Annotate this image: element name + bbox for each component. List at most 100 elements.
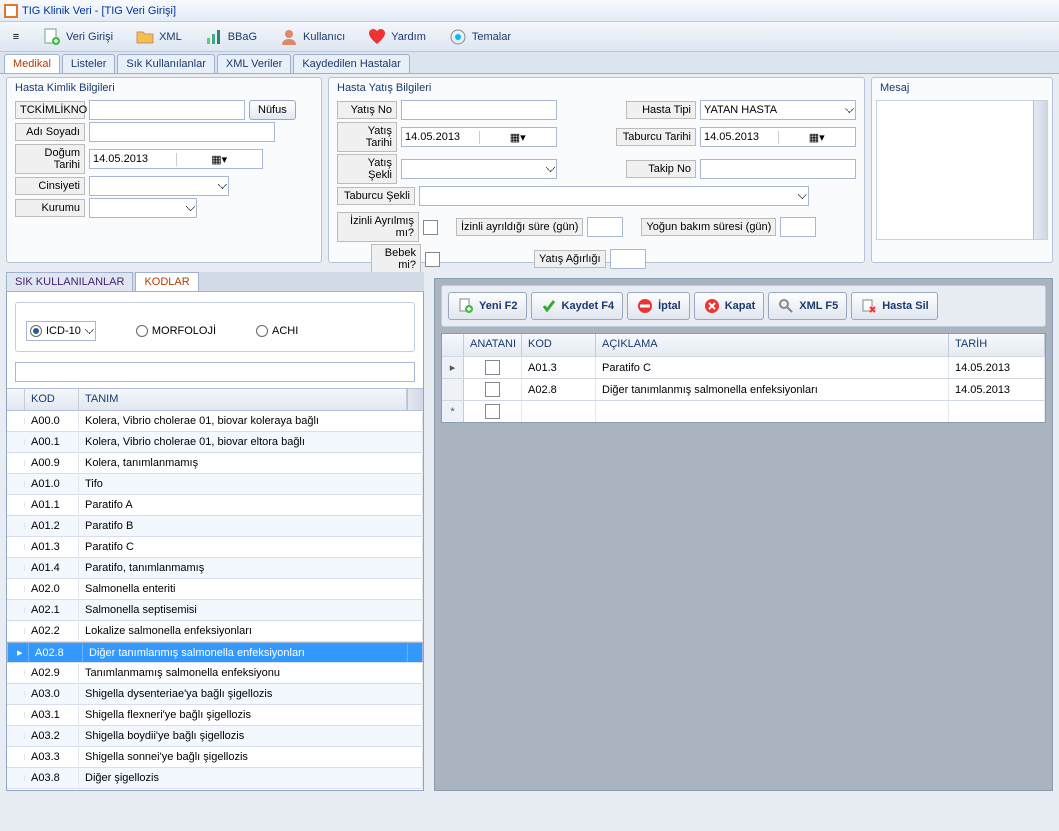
fieldset-legend: Mesaj xyxy=(880,82,909,94)
tab-listeler[interactable]: Listeler xyxy=(62,54,115,73)
col-tanim[interactable]: TANIM xyxy=(79,389,407,410)
scrollbar[interactable] xyxy=(407,389,423,410)
kapat-button[interactable]: Kapat xyxy=(694,292,765,320)
code-row[interactable]: A03.8Diğer şigellozis xyxy=(7,768,423,789)
code-row[interactable]: A03.1Shigella flexneri'ye bağlı şigelloz… xyxy=(7,705,423,726)
izinli-sure-label: İzinli ayrıldığı süre (gün) xyxy=(456,218,583,236)
col-tarih[interactable]: TARİH xyxy=(949,334,1045,356)
tab-kodlar[interactable]: KODLAR xyxy=(135,272,198,291)
code-row[interactable]: A00.9Kolera, tanımlanmamış xyxy=(7,453,423,474)
menu-yardim[interactable]: Yardım xyxy=(361,25,432,49)
tab-sik-kullanilanlar-lower[interactable]: SIK KULLANILANLAR xyxy=(6,272,133,291)
yatis-no-input[interactable] xyxy=(401,100,557,120)
code-row[interactable]: A00.1Kolera, Vibrio cholerae 01, biovar … xyxy=(7,432,423,453)
cinsiyet-label: Cinsiyeti xyxy=(15,177,85,195)
selected-row[interactable]: A02.8Diğer tanımlanmış salmonella enfeks… xyxy=(442,378,1045,400)
code-row[interactable]: A01.1Paratifo A xyxy=(7,495,423,516)
anatani-checkbox[interactable] xyxy=(485,382,500,397)
code-row[interactable]: A00.0Kolera, Vibrio cholerae 01, biovar … xyxy=(7,411,423,432)
code-row[interactable]: ▸A02.8Diğer tanımlanmış salmonella enfek… xyxy=(7,642,423,663)
menu-xml[interactable]: XML xyxy=(129,25,188,49)
code-row[interactable]: A02.1Salmonella septisemisi xyxy=(7,600,423,621)
tab-xml-veriler[interactable]: XML Veriler xyxy=(217,54,291,73)
ad-input[interactable] xyxy=(89,122,275,142)
tc-input[interactable] xyxy=(89,100,245,120)
button-label: Kaydet F4 xyxy=(562,300,615,312)
cinsiyet-select[interactable] xyxy=(89,176,229,196)
yeni-button[interactable]: Yeni F2 xyxy=(448,292,527,320)
yatis-agirligi-input[interactable] xyxy=(610,249,646,269)
scrollbar[interactable] xyxy=(1033,101,1047,239)
mesaj-fieldset: Mesaj xyxy=(871,77,1053,263)
admission-fieldset: Hasta Yatış Bilgileri Yatış No Hasta Tip… xyxy=(328,77,865,263)
xml-button[interactable]: XML F5 xyxy=(768,292,847,320)
yatis-tarihi-date[interactable]: 14.05.2013▦▾ xyxy=(401,127,557,147)
menu-label: Kullanıcı xyxy=(303,31,345,43)
taburcu-tarihi-date[interactable]: 14.05.2013▦▾ xyxy=(700,127,856,147)
izinli-sure-input[interactable] xyxy=(587,217,623,237)
col-kod[interactable]: KOD xyxy=(25,389,79,410)
code-row[interactable]: A02.0Salmonella enteriti xyxy=(7,579,423,600)
radio-morfoloji[interactable]: MORFOLOJİ xyxy=(136,325,216,337)
menu-veri-girisi[interactable]: Veri Girişi xyxy=(36,25,119,49)
menu-bbag[interactable]: BBaG xyxy=(198,25,263,49)
code-row[interactable]: A03.3Shigella sonnei'ye bağlı şigellozis xyxy=(7,747,423,768)
title-bar: TIG Klinik Veri - [TIG Veri Girişi] xyxy=(0,0,1059,22)
tab-sik-kullanilanlar[interactable]: Sık Kullanılanlar xyxy=(117,54,215,73)
radio-achi[interactable]: ACHI xyxy=(256,325,298,337)
selected-row[interactable]: * xyxy=(442,400,1045,422)
code-row[interactable]: A02.9Tanımlanmamış salmonella enfeksiyon… xyxy=(7,663,423,684)
selected-row[interactable]: ▸A01.3Paratifo C14.05.2013 xyxy=(442,356,1045,378)
kaydet-button[interactable]: Kaydet F4 xyxy=(531,292,624,320)
menu-temalar[interactable]: Temalar xyxy=(442,25,517,49)
kurumu-label: Kurumu xyxy=(15,199,85,217)
menu-label: Veri Girişi xyxy=(66,31,113,43)
button-label: Kapat xyxy=(725,300,756,312)
left-tab-strip: SIK KULLANILANLAR KODLAR xyxy=(6,272,424,292)
folder-icon xyxy=(135,27,155,47)
tab-medikal[interactable]: Medikal xyxy=(4,54,60,73)
takip-no-input[interactable] xyxy=(700,159,856,179)
bebek-checkbox[interactable] xyxy=(425,252,440,267)
kurumu-select[interactable] xyxy=(89,198,197,218)
col-kod[interactable]: KOD xyxy=(522,334,596,356)
bebek-label: Bebek mi? xyxy=(371,244,421,274)
heart-icon xyxy=(367,27,387,47)
radio-dot-icon xyxy=(256,325,268,337)
code-row[interactable]: A03.2Shigella boydii'ye bağlı şigellozis xyxy=(7,726,423,747)
dogum-date[interactable]: 14.05.2013 ▦▾ xyxy=(89,149,263,169)
code-row[interactable]: A03.0Shigella dysenteriae'ya bağlı şigel… xyxy=(7,684,423,705)
menu-kullanici[interactable]: Kullanıcı xyxy=(273,25,351,49)
yogun-bakim-label: Yoğun bakım süresi (gün) xyxy=(641,218,776,236)
yogun-bakim-input[interactable] xyxy=(780,217,816,237)
taburcu-sekli-select[interactable] xyxy=(419,186,809,206)
radio-label: ICD-10 xyxy=(46,325,81,337)
tab-kaydedilen-hastalar[interactable]: Kaydedilen Hastalar xyxy=(293,54,409,73)
anatani-checkbox[interactable] xyxy=(485,404,500,419)
code-row[interactable]: A01.2Paratifo B xyxy=(7,516,423,537)
patient-identity-fieldset: Hasta Kimlik Bilgileri TCKİMLİKNO Nüfus … xyxy=(6,77,322,263)
nufus-button[interactable]: Nüfus xyxy=(249,100,296,120)
code-row[interactable]: A01.4Paratifo, tanımlanmamış xyxy=(7,558,423,579)
izinli-ayrilmis-checkbox[interactable] xyxy=(423,220,438,235)
code-row[interactable]: A01.3Paratifo C xyxy=(7,537,423,558)
date-value: 14.05.2013 xyxy=(701,131,778,143)
anatani-checkbox[interactable] xyxy=(485,360,500,375)
radio-icd10[interactable]: ICD-10 xyxy=(26,321,96,341)
yatis-sekli-select[interactable] xyxy=(401,159,557,179)
col-anatani[interactable]: ANATANI xyxy=(464,334,522,356)
main-toolbar: ≡ Veri Girişi XML BBaG Kullanıcı Yardım … xyxy=(0,22,1059,52)
hasta-tipi-select[interactable]: YATAN HASTA xyxy=(700,100,856,120)
code-row[interactable]: A02.2Lokalize salmonella enfeksiyonları xyxy=(7,621,423,642)
taburcu-sekli-label: Taburcu Şekli xyxy=(337,187,415,205)
code-row[interactable]: A01.0Tifo xyxy=(7,474,423,495)
dogum-label: Doğum Tarihi xyxy=(15,144,85,174)
yatis-no-label: Yatış No xyxy=(337,101,397,119)
hasta-sil-button[interactable]: Hasta Sil xyxy=(851,292,937,320)
calendar-icon: ▦▾ xyxy=(778,131,856,144)
takip-no-label: Takip No xyxy=(626,160,696,178)
radio-label: MORFOLOJİ xyxy=(152,325,216,337)
iptal-button[interactable]: İptal xyxy=(627,292,690,320)
code-search-input[interactable] xyxy=(15,362,415,382)
col-aciklama[interactable]: AÇIKLAMA xyxy=(596,334,949,356)
